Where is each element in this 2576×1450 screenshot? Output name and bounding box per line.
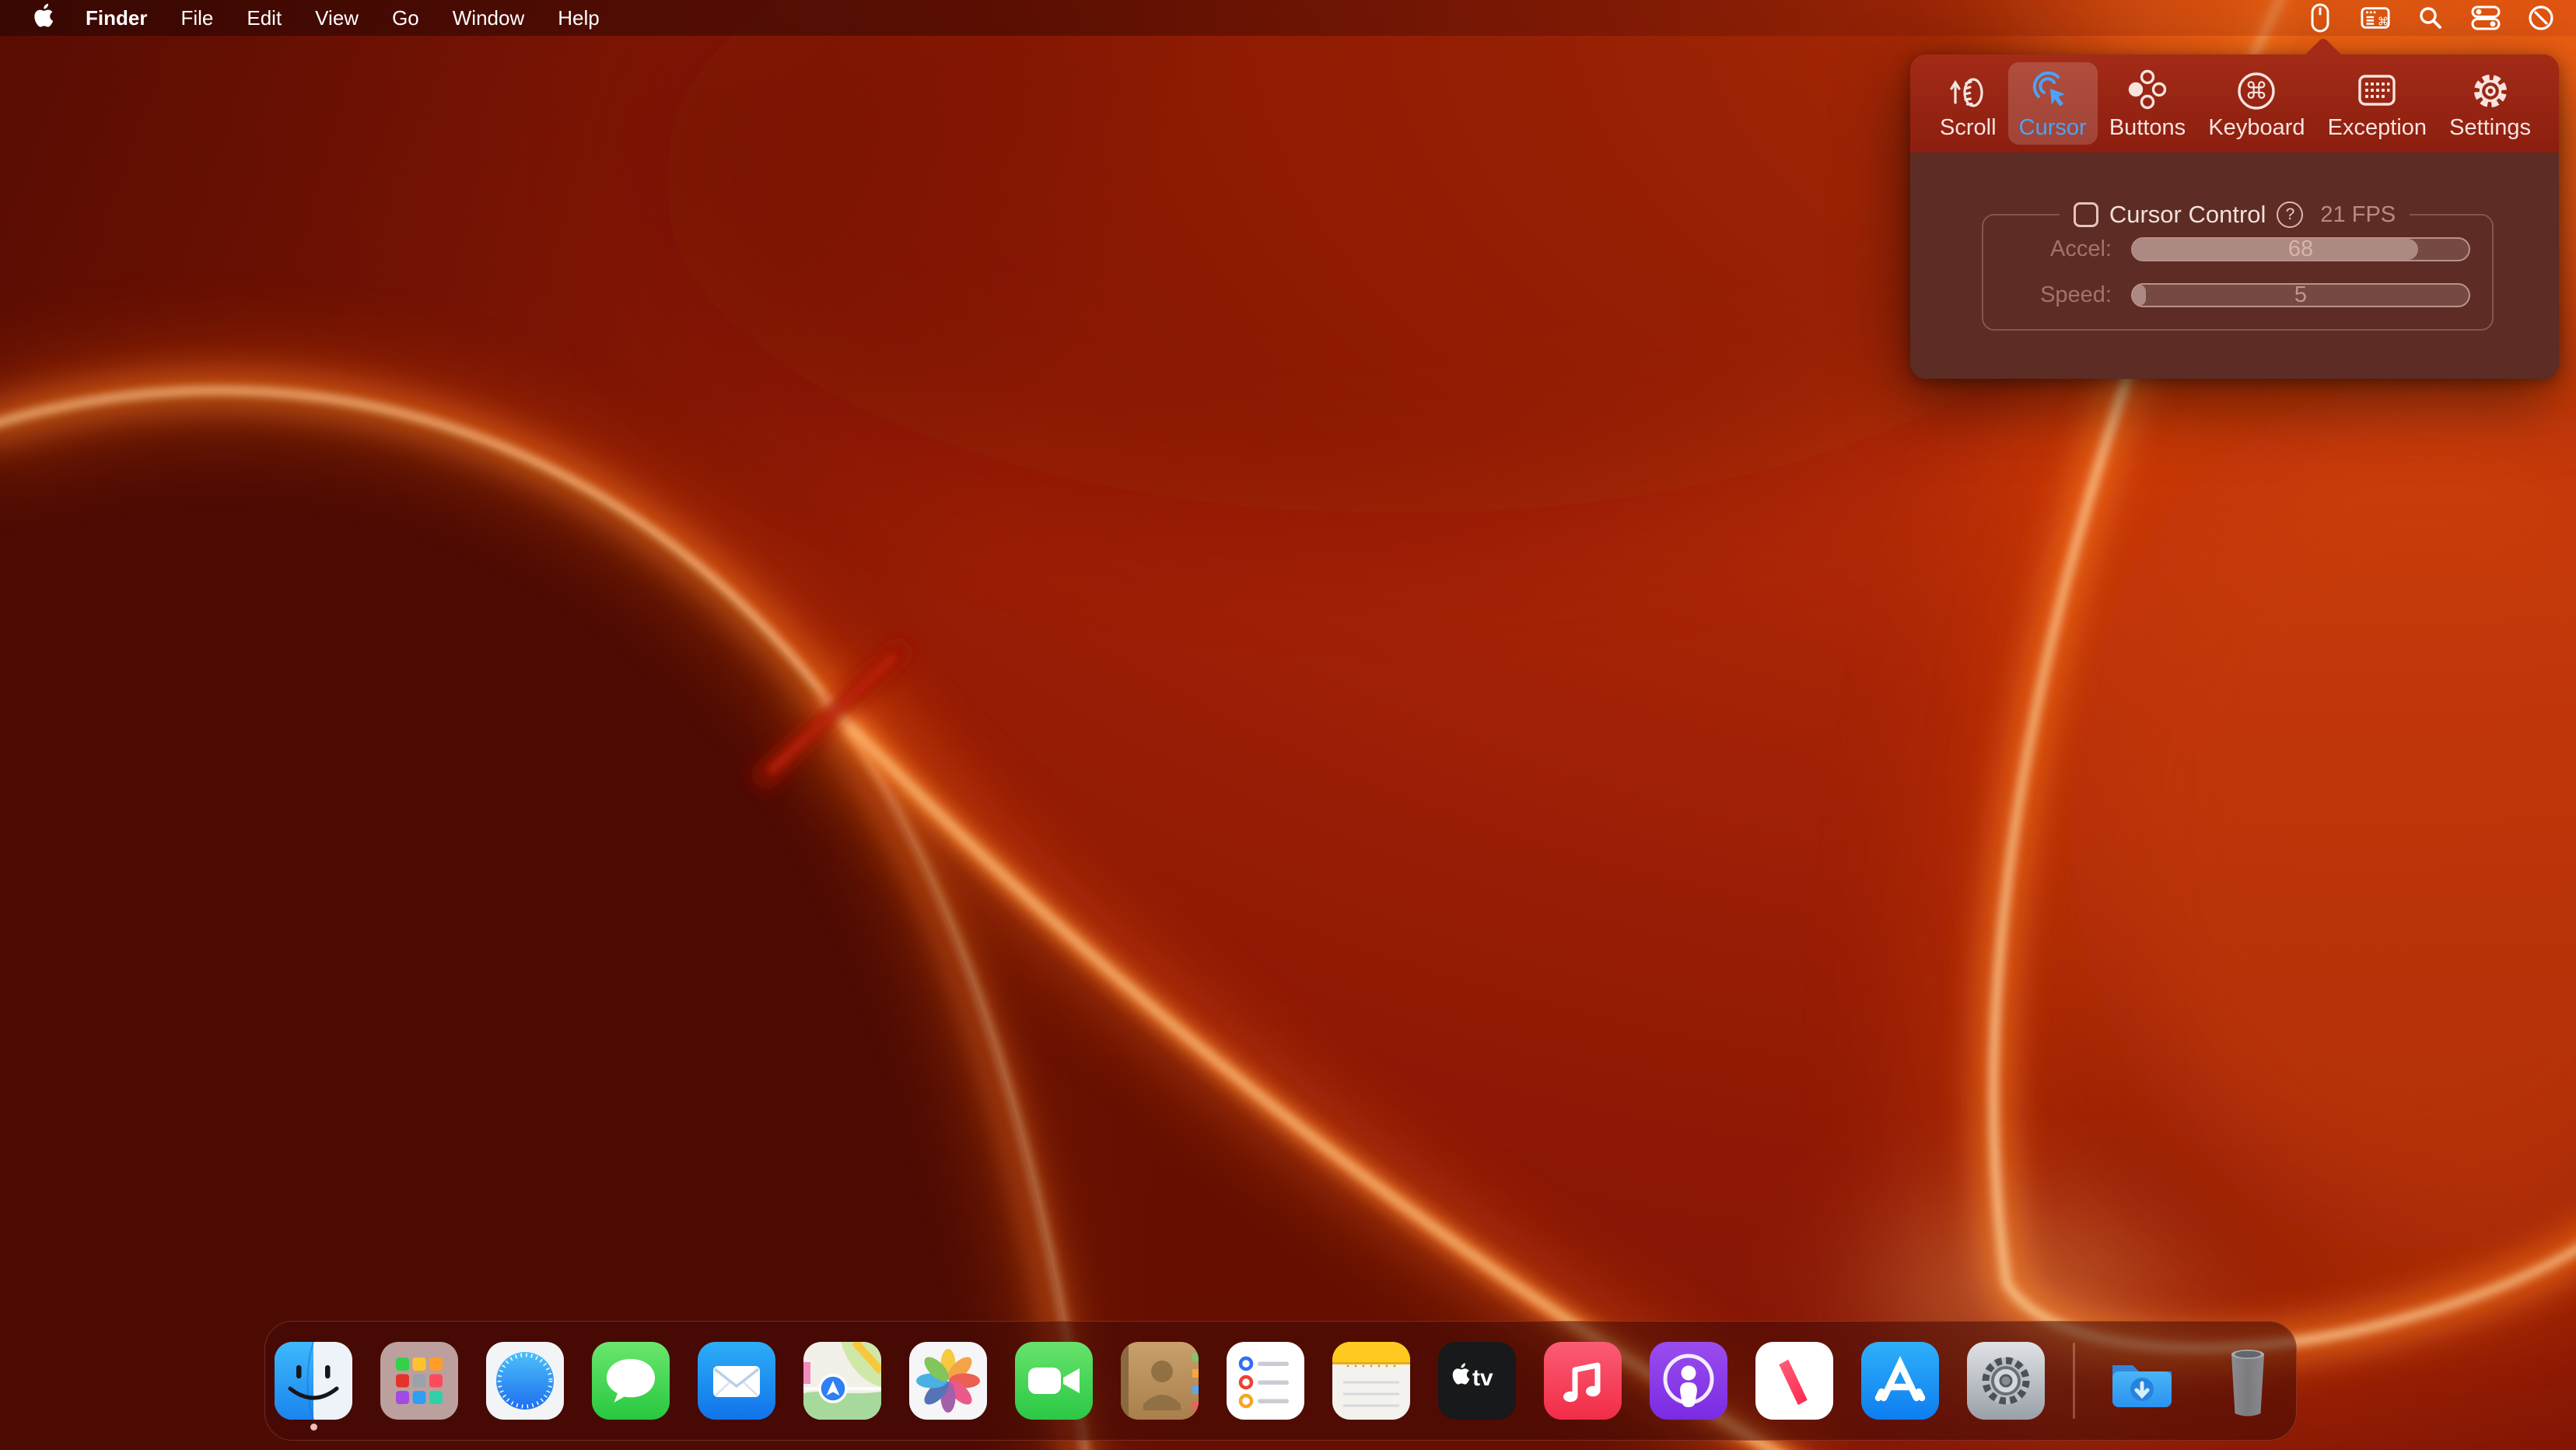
cursor-control-checkbox[interactable] (2074, 202, 2098, 227)
dock-item-mail[interactable] (698, 1342, 775, 1420)
fps-readout: 21 FPS (2320, 202, 2396, 228)
tab-cursor[interactable]: Cursor (2008, 62, 2098, 145)
dock-item-notes[interactable] (1332, 1342, 1410, 1420)
tab-exception[interactable]: Exception (2317, 62, 2438, 145)
control-center-icon[interactable] (2471, 3, 2501, 33)
finder-icon (275, 1342, 352, 1420)
gear-icon (2469, 68, 2511, 112)
tab-label: Settings (2449, 115, 2531, 140)
apple-logo-icon (31, 2, 54, 34)
dock-item-maps[interactable] (803, 1342, 881, 1420)
dock-item-tv[interactable]: tv (1438, 1342, 1516, 1420)
dock: tv (264, 1321, 2297, 1441)
podcasts-icon (1650, 1342, 1727, 1420)
launchpad-icon (380, 1342, 458, 1420)
dock-item-messages[interactable] (592, 1342, 670, 1420)
apple-tv-icon: tv (1438, 1342, 1516, 1420)
menu-item-file[interactable]: File (180, 6, 213, 30)
maps-icon (803, 1342, 881, 1420)
tab-label: Scroll (1940, 115, 1997, 140)
app-menus: Finder File Edit View Go Window Help (86, 6, 600, 30)
shortcuts-panel-icon[interactable]: ⌘ (2361, 3, 2390, 33)
menu-item-window[interactable]: Window (453, 6, 524, 30)
speed-slider[interactable]: 5 (2131, 283, 2470, 307)
help-button[interactable]: ? (2277, 201, 2303, 228)
cursor-control-label[interactable]: Cursor Control (2109, 201, 2266, 229)
tab-label: Cursor (2019, 115, 2087, 140)
popover-toolbar: Scroll Cursor (1910, 54, 2559, 152)
accel-row: Accel: 68 (1983, 236, 2492, 262)
cursor-pane: Cursor Control ? 21 FPS Accel: 68 Speed: (1910, 152, 2559, 379)
menu-item-help[interactable]: Help (558, 6, 599, 30)
tab-label: Buttons (2109, 115, 2186, 140)
dock-item-photos[interactable] (909, 1342, 987, 1420)
dock-divider (2073, 1343, 2075, 1419)
app-exception-icon (2355, 68, 2399, 112)
menu-item-finder[interactable]: Finder (86, 6, 147, 30)
dock-item-downloads[interactable] (2103, 1342, 2181, 1420)
trash-icon (2209, 1342, 2287, 1420)
svg-text:tv: tv (1472, 1365, 1493, 1391)
music-icon (1544, 1342, 1622, 1420)
cursor-control-row: Cursor Control ? 21 FPS (1910, 199, 2559, 230)
apple-menu[interactable] (31, 2, 54, 34)
svg-text:⌘: ⌘ (2245, 78, 2268, 105)
photos-icon (909, 1342, 987, 1420)
mail-icon (698, 1342, 775, 1420)
scroll-wheel-icon (1948, 68, 1988, 112)
facetime-icon (1015, 1342, 1093, 1420)
menu-bar-status-icons: ⌘ (2305, 3, 2556, 33)
dock-item-news[interactable] (1755, 1342, 1833, 1420)
dock-item-launchpad[interactable] (380, 1342, 458, 1420)
question-mark-glyph: ? (2286, 205, 2295, 224)
app-store-icon (1861, 1342, 1939, 1420)
speed-value: 5 (2133, 285, 2469, 306)
tab-settings[interactable]: Settings (2438, 62, 2542, 145)
menu-item-edit[interactable]: Edit (247, 6, 282, 30)
downloads-folder-icon (2103, 1342, 2181, 1420)
dock-item-finder[interactable] (275, 1342, 352, 1420)
tab-keyboard[interactable]: ⌘ Keyboard (2197, 62, 2315, 145)
dock-item-system-preferences[interactable] (1967, 1342, 2045, 1420)
dock-item-facetime[interactable] (1015, 1342, 1093, 1420)
dock-item-app-store[interactable] (1861, 1342, 1939, 1420)
tab-buttons[interactable]: Buttons (2098, 62, 2196, 145)
focus-mode-icon[interactable] (2526, 3, 2556, 33)
notes-icon (1332, 1342, 1410, 1420)
dock-item-safari[interactable] (486, 1342, 564, 1420)
speed-row: Speed: 5 (1983, 282, 2492, 308)
command-key-icon: ⌘ (2235, 68, 2277, 112)
reminders-icon (1227, 1342, 1304, 1420)
dock-item-music[interactable] (1544, 1342, 1622, 1420)
tab-scroll[interactable]: Scroll (1929, 62, 2007, 145)
messages-icon (592, 1342, 670, 1420)
menu-item-view[interactable]: View (315, 6, 359, 30)
news-icon (1755, 1342, 1833, 1420)
accel-label: Accel: (1983, 236, 2112, 262)
dock-item-trash[interactable] (2209, 1342, 2287, 1420)
running-indicator-finder (310, 1424, 317, 1431)
mouse-icon[interactable] (2305, 3, 2335, 33)
mouse-settings-popover: Scroll Cursor (1910, 54, 2559, 379)
accel-value: 68 (2133, 239, 2469, 260)
speed-label: Speed: (1983, 282, 2112, 308)
tab-label: Exception (2328, 115, 2427, 140)
tab-label: Keyboard (2208, 115, 2305, 140)
dock-item-contacts[interactable] (1121, 1342, 1199, 1420)
cursor-settings-group: Accel: 68 Speed: 5 (1982, 214, 2494, 331)
safari-icon (486, 1342, 564, 1420)
dock-item-reminders[interactable] (1227, 1342, 1304, 1420)
contacts-icon (1121, 1342, 1199, 1420)
spotlight-search-icon[interactable] (2416, 3, 2445, 33)
system-preferences-icon (1967, 1342, 2045, 1420)
svg-text:⌘: ⌘ (2378, 16, 2389, 29)
cursor-click-icon (2032, 68, 2074, 112)
menu-item-go[interactable]: Go (392, 6, 419, 30)
mouse-buttons-icon (2126, 68, 2169, 112)
desktop: Finder File Edit View Go Window Help ⌘ (0, 0, 2576, 1450)
dock-item-podcasts[interactable] (1650, 1342, 1727, 1420)
menu-bar: Finder File Edit View Go Window Help ⌘ (0, 0, 2576, 36)
accel-slider[interactable]: 68 (2131, 237, 2470, 261)
